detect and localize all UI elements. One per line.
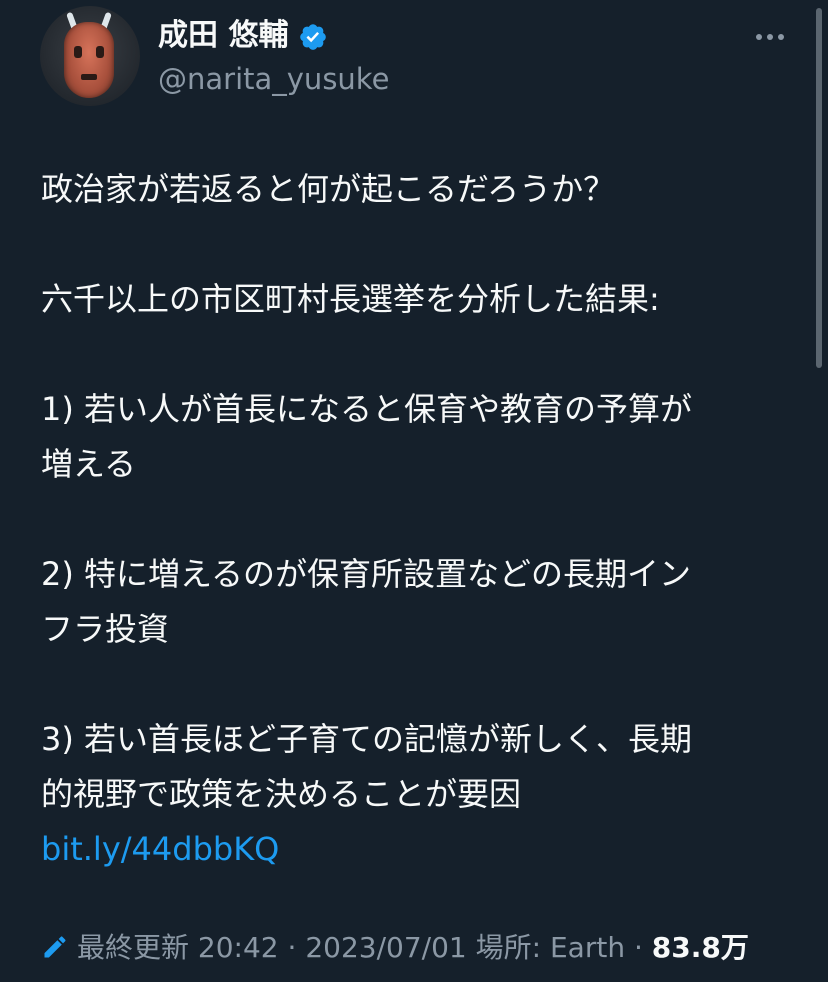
tweet-line: 増える <box>41 445 137 483</box>
tweet-date: 2023/07/01 <box>305 931 467 964</box>
edited-label[interactable]: 最終更新 <box>77 931 189 964</box>
view-count[interactable]: 83.8万 <box>652 931 749 964</box>
tweet-line: 2) 特に増えるのが保育所設置などの長期イン <box>41 555 692 593</box>
tweet-line: フラ投資 <box>41 610 170 648</box>
tweet-text: 政治家が若返ると何が起こるだろうか？ 六千以上の市区町村長選挙を分析した結果: … <box>41 162 781 877</box>
tweet-location: 場所: Earth <box>475 931 626 964</box>
more-options-icon[interactable] <box>752 30 788 44</box>
tweet-line: 3) 若い首長ほど子育ての記憶が新しく、長期 <box>41 720 693 758</box>
separator-dot: · <box>287 931 297 964</box>
pencil-icon <box>44 936 66 958</box>
tweet-link[interactable]: bit.ly/44dbbKQ <box>41 830 279 868</box>
author-display-name[interactable]: 成田 悠輔 <box>158 17 288 55</box>
tweet-detail: 成田 悠輔 @narita_yusuke 政治家が若返ると何が起こるだろうか？ … <box>0 0 828 982</box>
tribal-mask-icon <box>64 22 114 98</box>
author-handle[interactable]: @narita_yusuke <box>158 60 389 98</box>
tweet-line: 1) 若い人が首長になると保育や教育の予算が <box>41 390 693 428</box>
avatar[interactable] <box>40 6 140 106</box>
separator-dot: · <box>633 931 643 964</box>
tweet-line: 政治家が若返ると何が起こるだろうか？ <box>41 170 616 208</box>
verified-badge-icon <box>300 24 326 50</box>
tweet-line: 六千以上の市区町村長選挙を分析した結果: <box>41 280 660 318</box>
tweet-meta: 最終更新 20:42 · 2023/07/01 場所: Earth · 83.8… <box>41 926 749 970</box>
tweet-time: 20:42 <box>197 931 279 964</box>
tweet-line: 的視野で政策を決めることが要因 <box>41 775 522 813</box>
scrollbar[interactable] <box>816 8 822 368</box>
